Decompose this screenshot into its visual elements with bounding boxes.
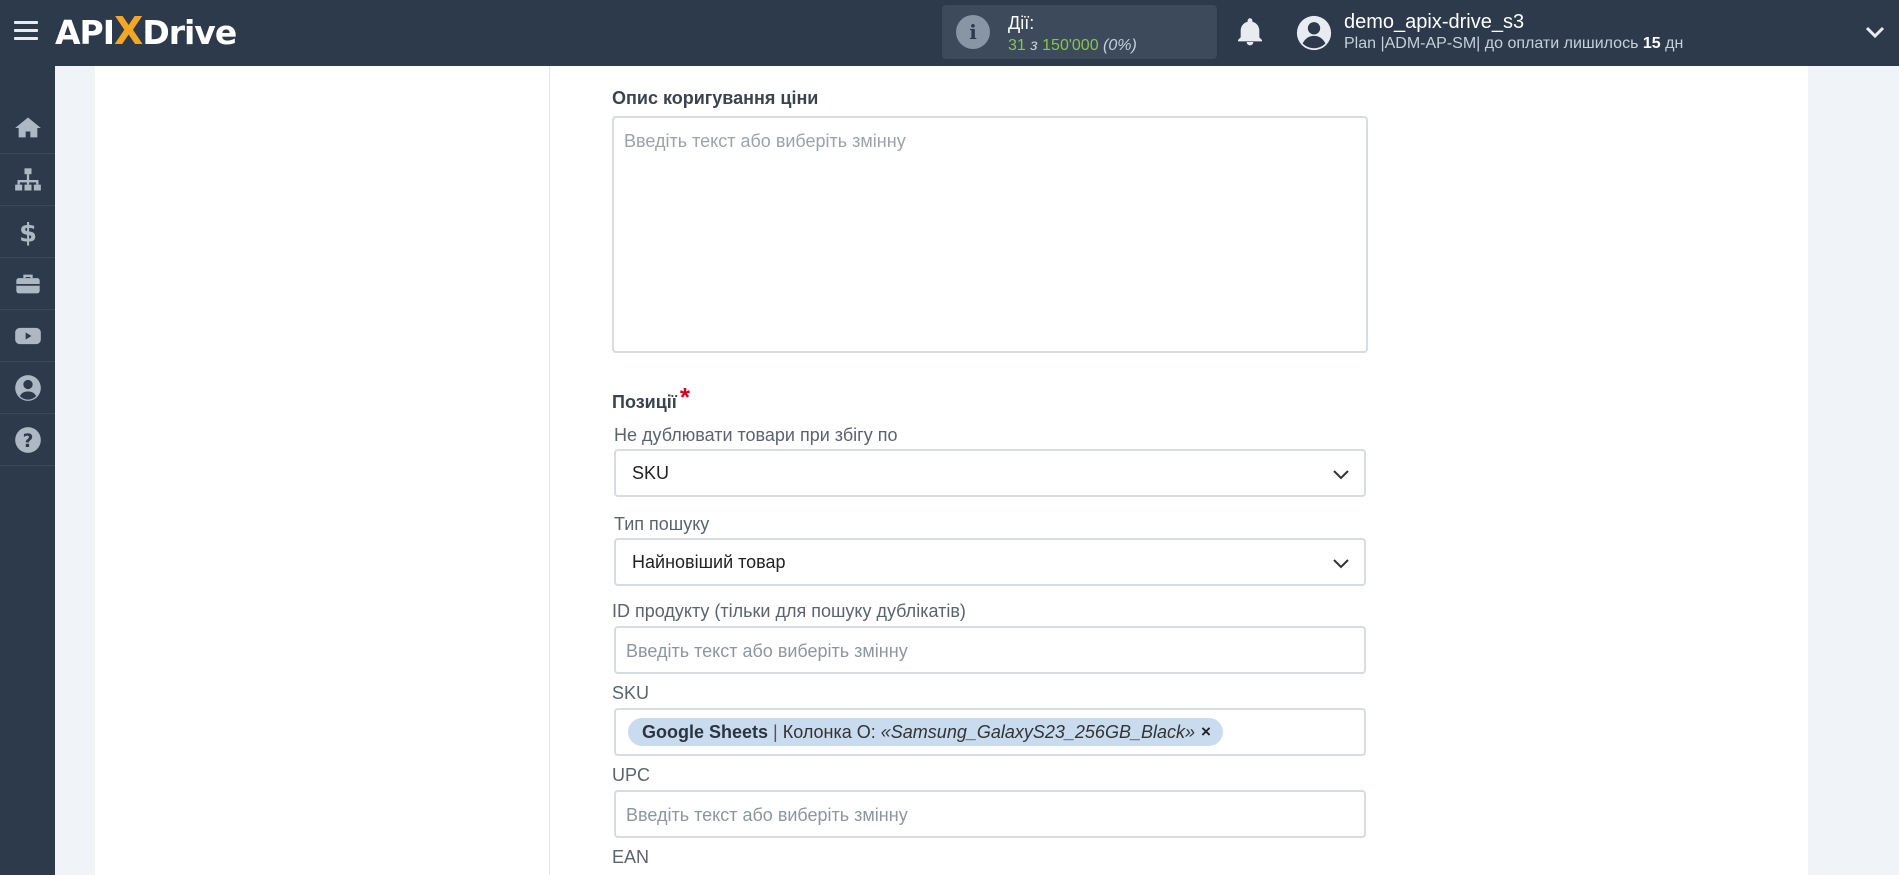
no-dup-select[interactable]: SKU [614, 449, 1366, 497]
positions-label: Позиції * [612, 382, 690, 412]
sidebar-item-help[interactable]: ? [0, 414, 55, 466]
username[interactable]: demo_apix-drive_s3 [1344, 11, 1524, 34]
sidebar-item-billing[interactable]: $ [0, 206, 55, 258]
sitemap-icon [14, 167, 41, 190]
tag-value: «Samsung_GalaxyS23_256GB_Black» [880, 721, 1195, 742]
no-dup-label: Не дублювати товари при збігу по [614, 425, 898, 445]
price-desc-placeholder: Введіть текст або виберіть змінну [624, 131, 906, 151]
actions-label: Дії: [1008, 13, 1035, 33]
tag-source: Google Sheets [642, 721, 769, 742]
sidebar: $ ? [0, 66, 55, 875]
chevron-down-icon[interactable] [1864, 22, 1886, 42]
sku-variable-tag[interactable]: Google Sheets | Колонка O: «Samsung_Gala… [628, 718, 1223, 746]
user-circle-icon [14, 374, 41, 401]
ean-label: EAN [612, 847, 650, 867]
avatar[interactable] [1295, 14, 1333, 52]
close-icon[interactable]: × [1201, 722, 1211, 742]
actions-counter[interactable]: i Дії: 31 з 150'000 (0%) [942, 5, 1217, 59]
top-bar: APIXDrive i Дії: 31 з 150'000 (0%) demo_… [0, 0, 1899, 66]
tag-column: Колонка O: [782, 721, 876, 742]
sidebar-item-home[interactable] [0, 102, 55, 154]
chevron-down-icon [1333, 559, 1349, 569]
sidebar-item-video[interactable] [0, 310, 55, 362]
no-dup-value: SKU [632, 463, 670, 483]
search-type-value: Найновіший товар [632, 552, 786, 572]
sku-input[interactable]: Google Sheets | Колонка O: «Samsung_Gala… [614, 708, 1366, 756]
upc-placeholder: Введіть текст або виберіть змінну [626, 805, 908, 825]
sidebar-item-connections[interactable] [0, 154, 55, 206]
left-column [95, 66, 550, 875]
required-mark: * [679, 382, 690, 412]
svg-text:?: ? [22, 431, 33, 452]
info-icon: i [956, 15, 990, 49]
upc-label: UPC [612, 765, 651, 785]
logo[interactable]: APIXDrive [55, 10, 237, 54]
dollar-icon: $ [19, 218, 37, 246]
menu-icon[interactable] [14, 21, 38, 41]
svg-text:$: $ [19, 218, 37, 246]
youtube-icon [14, 327, 41, 344]
help-icon: ? [14, 426, 41, 453]
price-desc-textarea[interactable]: Введіть текст або виберіть змінну [612, 116, 1368, 353]
bell-icon[interactable] [1234, 16, 1266, 48]
chevron-down-icon [1333, 470, 1349, 480]
price-desc-label: Опис коригування ціни [612, 88, 819, 108]
plan-info: Plan |ADM-AP-SM| до оплати лишилось 15 д… [1344, 35, 1684, 52]
right-gutter [1808, 66, 1860, 875]
upc-input[interactable]: Введіть текст або виберіть змінну [614, 790, 1366, 838]
sidebar-item-profile[interactable] [0, 362, 55, 414]
actions-count: 31 з 150'000 (0%) [1008, 37, 1137, 54]
product-id-placeholder: Введіть текст або виберіть змінну [626, 641, 908, 661]
product-id-label: ID продукту (тільки для пошуку дублікаті… [612, 601, 966, 621]
sidebar-item-services[interactable] [0, 258, 55, 310]
search-type-select[interactable]: Найновіший товар [614, 538, 1366, 586]
tag-separator: | [773, 721, 778, 742]
briefcase-icon [15, 274, 40, 293]
sku-label: SKU [612, 683, 650, 703]
search-type-label: Тип пошуку [614, 514, 710, 534]
home-icon [14, 117, 41, 137]
product-id-input[interactable]: Введіть текст або виберіть змінну [614, 626, 1366, 674]
